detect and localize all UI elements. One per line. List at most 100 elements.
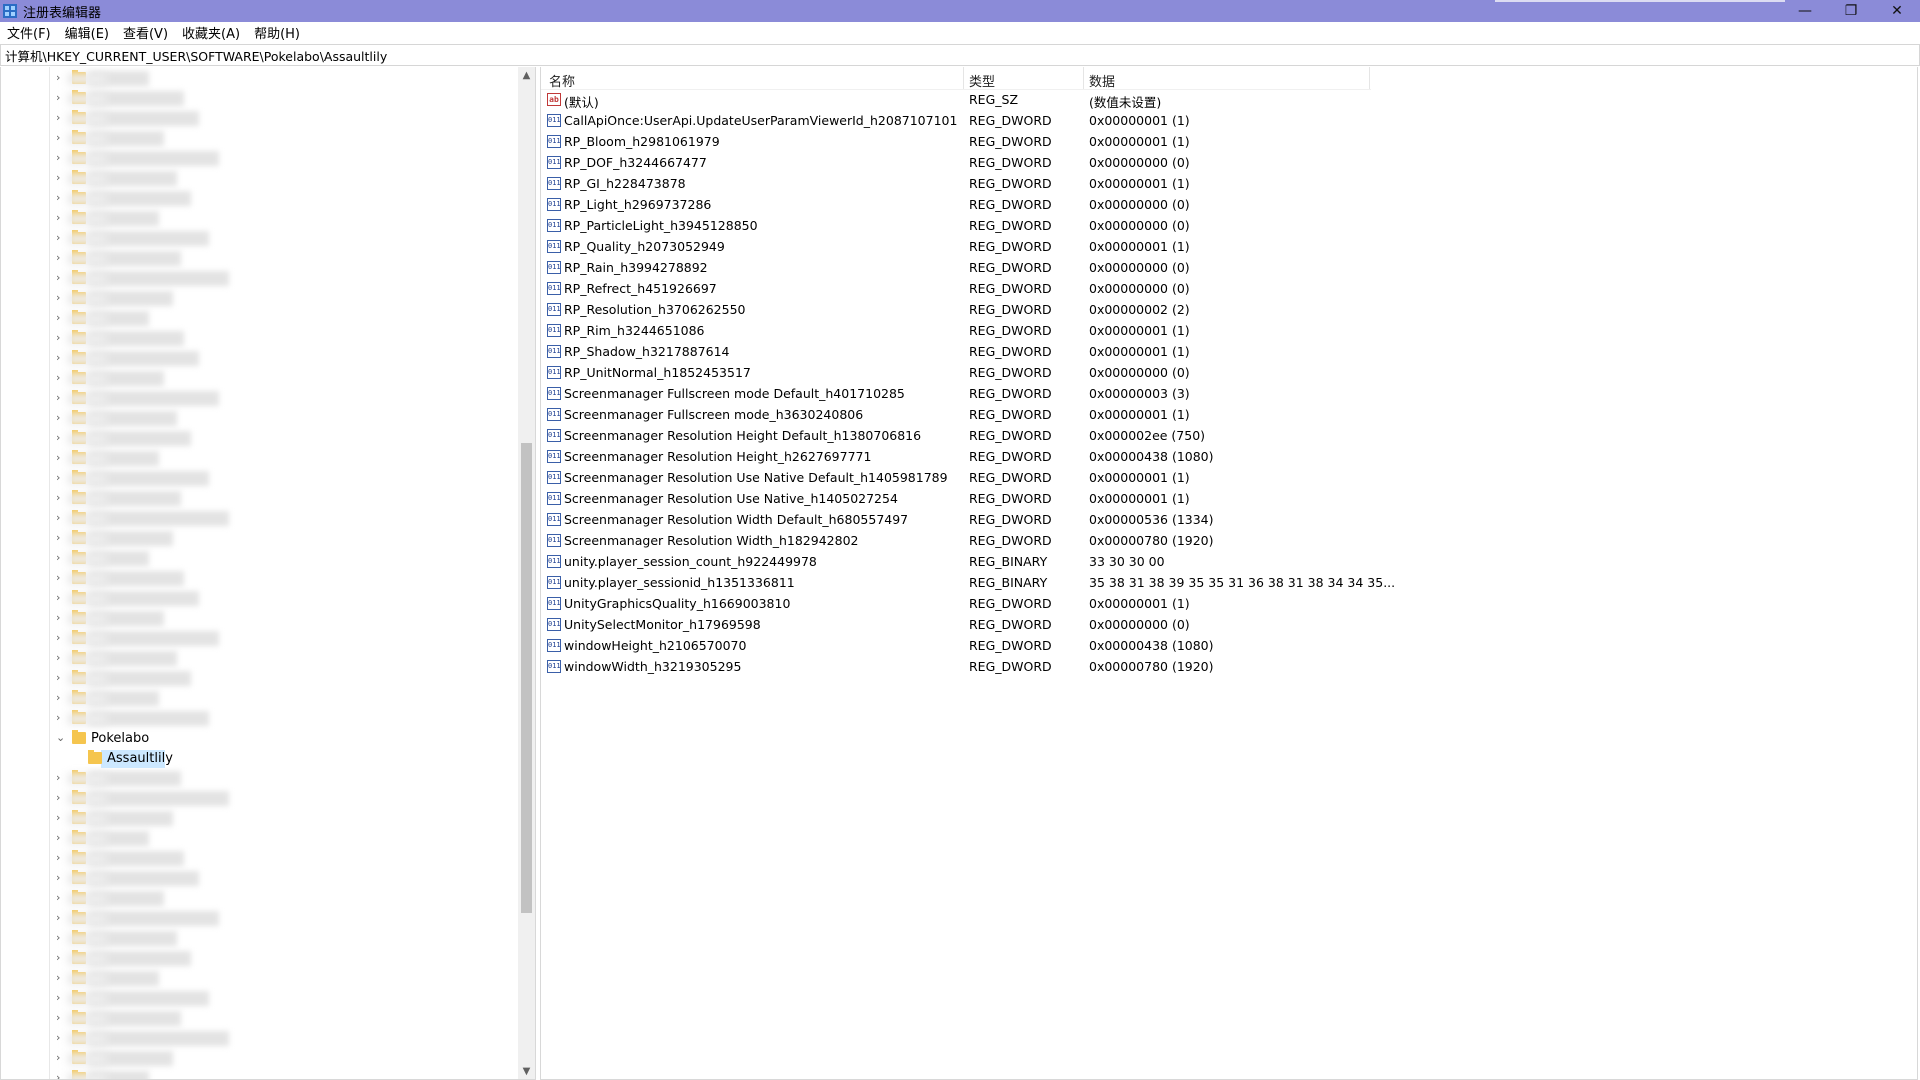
list-item[interactable]: 011 unity.player_sessionid_h1351336811 REG… (541, 573, 1911, 594)
chevron-right-icon[interactable]: › (56, 791, 66, 805)
tree-item[interactable]: › (1, 569, 516, 589)
menu-help[interactable]: 帮助(H) (247, 23, 307, 42)
chevron-right-icon[interactable]: › (56, 611, 66, 625)
chevron-right-icon[interactable]: › (56, 911, 66, 925)
tree-item[interactable]: › (1, 69, 516, 89)
tree-item[interactable]: › (1, 509, 516, 529)
tree-item[interactable]: › (1, 169, 516, 189)
chevron-right-icon[interactable]: › (56, 371, 66, 385)
chevron-right-icon[interactable]: › (56, 231, 66, 245)
list-item[interactable]: 011 RP_Rain_h3994278892 REG_DWORD 0x0000000… (541, 258, 1911, 279)
menu-view[interactable]: 查看(V) (116, 23, 175, 42)
tree-item[interactable]: › (1, 1009, 516, 1029)
chevron-right-icon[interactable]: › (56, 351, 66, 365)
chevron-right-icon[interactable]: › (56, 511, 66, 525)
chevron-right-icon[interactable]: › (56, 311, 66, 325)
chevron-right-icon[interactable]: › (56, 271, 66, 285)
tree-item[interactable]: › (1, 669, 516, 689)
tree-item[interactable]: › (1, 909, 516, 929)
chevron-right-icon[interactable]: › (56, 451, 66, 465)
chevron-right-icon[interactable]: › (56, 651, 66, 665)
tree-item[interactable]: › (1, 809, 516, 829)
chevron-right-icon[interactable]: › (56, 131, 66, 145)
chevron-right-icon[interactable]: › (56, 491, 66, 505)
chevron-right-icon[interactable]: › (56, 1051, 66, 1065)
list-item[interactable]: 011 RP_Refrect_h451926697 REG_DWORD 0x00000… (541, 279, 1911, 300)
chevron-right-icon[interactable]: › (56, 191, 66, 205)
chevron-right-icon[interactable]: › (56, 151, 66, 165)
tree-item[interactable]: › (1, 409, 516, 429)
column-divider[interactable] (1369, 67, 1370, 89)
chevron-right-icon[interactable]: › (56, 1031, 66, 1045)
tree-item[interactable]: › (1, 949, 516, 969)
list-item[interactable]: 011 RP_ParticleLight_h3945128850 REG_DWORD… (541, 216, 1911, 237)
list-item[interactable]: 011 RP_UnitNormal_h1852453517 REG_DWORD 0x0… (541, 363, 1911, 384)
tree-item[interactable]: › (1, 369, 516, 389)
tree-item-pokelabo[interactable]: ⌄ Pokelabo (1, 729, 516, 749)
tree-item[interactable]: › (1, 849, 516, 869)
tree-item[interactable]: › (1, 929, 516, 949)
minimize-button[interactable]: — (1782, 0, 1828, 22)
chevron-right-icon[interactable]: › (56, 851, 66, 865)
list-item[interactable]: 011 RP_Rim_h3244651086 REG_DWORD 0x00000001… (541, 321, 1911, 342)
list-item[interactable]: 011 RP_Resolution_h3706262550 REG_DWORD 0x0… (541, 300, 1911, 321)
column-header-name[interactable]: 名称 (549, 71, 575, 90)
scroll-down-arrow-icon[interactable]: ▼ (518, 1063, 535, 1079)
tree-item[interactable]: › (1, 329, 516, 349)
tree-item[interactable]: › (1, 869, 516, 889)
registry-tree[interactable]: › › › › › › › › › › › › › › › › › › › › › › › › › › › › › › › › › › › › › › › ›… (0, 67, 536, 1080)
tree-item[interactable]: › (1, 589, 516, 609)
menu-favorites[interactable]: 收藏夹(A) (175, 23, 247, 42)
tree-item[interactable]: › (1, 89, 516, 109)
list-item[interactable]: 011 CallApiOnce:UserApi.UpdateUserParamVi… (541, 111, 1911, 132)
chevron-right-icon[interactable]: › (56, 111, 66, 125)
list-item[interactable]: 011 Screenmanager Resolution Width_h18294… (541, 531, 1911, 552)
tree-vertical-scrollbar[interactable]: ▲ ▼ (518, 67, 535, 1079)
list-item[interactable]: 011 Screenmanager Fullscreen mode Default… (541, 384, 1911, 405)
tree-item[interactable]: › (1, 709, 516, 729)
tree-item[interactable]: › (1, 149, 516, 169)
chevron-right-icon[interactable]: › (56, 251, 66, 265)
scroll-thumb[interactable] (521, 443, 532, 913)
tree-item[interactable]: › (1, 969, 516, 989)
tree-item[interactable]: › (1, 489, 516, 509)
list-item[interactable]: 011 Screenmanager Resolution Use Native D… (541, 468, 1911, 489)
chevron-right-icon[interactable]: › (56, 591, 66, 605)
list-item[interactable]: 011 RP_Quality_h2073052949 REG_DWORD 0x0000… (541, 237, 1911, 258)
chevron-right-icon[interactable]: › (56, 1011, 66, 1025)
close-button[interactable]: ✕ (1874, 0, 1920, 22)
chevron-right-icon[interactable]: › (56, 951, 66, 965)
values-list[interactable]: 名称 类型 数据 ab (默认) REG_SZ (数值未设置) 011 CallApiOn… (540, 67, 1918, 1080)
chevron-right-icon[interactable]: › (56, 411, 66, 425)
chevron-right-icon[interactable]: › (56, 211, 66, 225)
list-item[interactable]: 011 RP_GI_h228473878 REG_DWORD 0x00000001 (… (541, 174, 1911, 195)
menu-edit[interactable]: 编辑(E) (58, 23, 116, 42)
chevron-right-icon[interactable]: › (56, 711, 66, 725)
tree-item[interactable]: › (1, 609, 516, 629)
list-item[interactable]: 011 RP_Bloom_h2981061979 REG_DWORD 0x000000… (541, 132, 1911, 153)
tree-item[interactable]: › (1, 789, 516, 809)
tree-item[interactable]: › (1, 189, 516, 209)
list-item[interactable]: 011 RP_Shadow_h3217887614 REG_DWORD 0x00000… (541, 342, 1911, 363)
chevron-right-icon[interactable]: › (56, 1071, 66, 1079)
tree-item[interactable]: › (1, 549, 516, 569)
column-divider[interactable] (963, 67, 964, 89)
tree-item-assaultlily[interactable]: Assaultlily (1, 749, 516, 769)
chevron-right-icon[interactable]: › (56, 991, 66, 1005)
list-item[interactable]: 011 windowWidth_h3219305295 REG_DWORD 0x000… (541, 657, 1911, 678)
tree-item[interactable]: › (1, 689, 516, 709)
tree-item[interactable]: › (1, 649, 516, 669)
chevron-right-icon[interactable]: › (56, 291, 66, 305)
tree-item[interactable]: › (1, 529, 516, 549)
chevron-right-icon[interactable]: › (56, 971, 66, 985)
tree-item[interactable]: › (1, 989, 516, 1009)
address-bar[interactable]: 计算机\HKEY_CURRENT_USER\SOFTWARE\Pokelabo\… (0, 44, 1920, 66)
chevron-right-icon[interactable]: › (56, 331, 66, 345)
list-item[interactable]: 011 Screenmanager Resolution Use Native_h… (541, 489, 1911, 510)
tree-item[interactable]: › (1, 349, 516, 369)
chevron-right-icon[interactable]: › (56, 171, 66, 185)
list-item[interactable]: 011 Screenmanager Resolution Height_h2627… (541, 447, 1911, 468)
tree-item[interactable]: › (1, 889, 516, 909)
menu-file[interactable]: 文件(F) (0, 23, 58, 42)
chevron-right-icon[interactable]: › (56, 831, 66, 845)
